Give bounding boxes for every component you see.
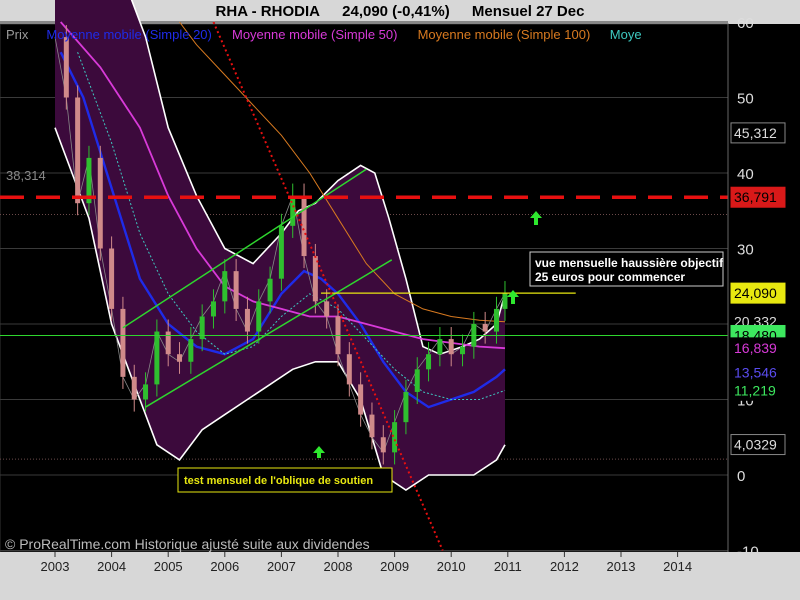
candle-body bbox=[324, 301, 330, 317]
y-tick-label: 30 bbox=[737, 242, 754, 259]
candle-body bbox=[188, 339, 194, 362]
candle-body bbox=[267, 278, 273, 302]
candle-body bbox=[346, 354, 352, 385]
candle-body bbox=[120, 308, 126, 377]
y-tick-label: 50 bbox=[737, 91, 754, 108]
legend-item: Prix bbox=[6, 27, 29, 42]
candle-body bbox=[426, 354, 432, 370]
x-tick-label: 2008 bbox=[324, 559, 353, 574]
x-tick-label: 2009 bbox=[380, 559, 409, 574]
left-level-label: 38,314 bbox=[6, 168, 46, 183]
x-tick-label: 2006 bbox=[210, 559, 239, 574]
value-badge-label: 36,791 bbox=[734, 189, 777, 205]
candle-body bbox=[75, 97, 81, 204]
candle-body bbox=[403, 391, 409, 423]
time-axis: 2003 2004 2005 2006 2007 2008 2009 2010 2011 2012… bbox=[0, 552, 800, 600]
candle-body bbox=[358, 384, 364, 415]
candle-body bbox=[278, 225, 284, 279]
x-tick-label: 2011 bbox=[494, 559, 522, 574]
candle-body bbox=[448, 339, 454, 355]
objective-line2: 25 euros pour commencer bbox=[535, 270, 685, 284]
legend-item: Moyenne mobile (Simple 20) bbox=[46, 27, 211, 42]
candle-body bbox=[63, 37, 69, 98]
support-text: test mensuel de l'oblique de soutien bbox=[184, 475, 373, 487]
support-annotation: test mensuel de l'oblique de soutien bbox=[177, 467, 393, 493]
candle-body bbox=[97, 157, 103, 249]
candle-body bbox=[131, 376, 137, 400]
candle-body bbox=[301, 195, 307, 257]
price-axis: 6050403020100-1045,31236,79124,09020,332… bbox=[727, 15, 786, 561]
y-tick-label: 0 bbox=[737, 468, 745, 485]
candle-body bbox=[493, 308, 499, 332]
candle-body bbox=[380, 437, 386, 453]
x-tick-label: 2013 bbox=[607, 559, 636, 574]
x-tick-label: 2005 bbox=[154, 559, 183, 574]
legend: Prix Moyenne mobile (Simple 20) Moyenne mo… bbox=[6, 27, 642, 42]
value-badge-label: 24,090 bbox=[734, 285, 777, 301]
candle-body bbox=[392, 422, 398, 453]
x-tick-label: 2007 bbox=[267, 559, 296, 574]
copyright-text: © ProRealTime.com Historique ajusté suit… bbox=[5, 536, 370, 552]
legend-item: Moyenne mobile (Simple 50) bbox=[232, 27, 397, 42]
price-chart: 6050403020100-1045,31236,79124,09020,332… bbox=[0, 0, 800, 600]
legend-item: Moyenne mobile (Simple 100) bbox=[418, 27, 591, 42]
candle-body bbox=[256, 301, 262, 332]
x-tick-label: 2014 bbox=[663, 559, 692, 574]
y-tick-label: 40 bbox=[737, 166, 754, 183]
candle-body bbox=[109, 248, 115, 309]
objective-line1: vue mensuelle haussière objectif bbox=[535, 256, 724, 270]
candle-body bbox=[482, 324, 488, 332]
candle-body bbox=[369, 414, 375, 438]
candle-body bbox=[502, 293, 508, 309]
y-tick-label: 60 bbox=[737, 15, 754, 32]
value-badge-label: 45,312 bbox=[734, 125, 777, 141]
candle-body bbox=[233, 271, 239, 309]
candle-body bbox=[210, 301, 216, 317]
x-tick-label: 2004 bbox=[97, 559, 126, 574]
candle-body bbox=[154, 331, 160, 385]
legend-item: Moye bbox=[610, 27, 642, 42]
candle-body bbox=[460, 346, 466, 355]
x-tick-label: 2010 bbox=[437, 559, 466, 574]
candle-body bbox=[143, 384, 149, 400]
value-badge-label: 16,839 bbox=[734, 340, 777, 356]
candle-body bbox=[414, 369, 420, 392]
value-badge-label: 13,546 bbox=[734, 365, 777, 381]
x-tick-label: 2012 bbox=[550, 559, 579, 574]
candle-body bbox=[437, 339, 443, 355]
candle-body bbox=[177, 354, 183, 362]
value-badge-label: 4,0329 bbox=[734, 437, 777, 453]
candle-body bbox=[165, 331, 171, 355]
objective-annotation: vue mensuelle haussière objectif 25 euro… bbox=[529, 251, 724, 287]
x-tick-label: 2003 bbox=[41, 559, 70, 574]
candle-body bbox=[222, 271, 228, 302]
candle-body bbox=[312, 256, 318, 302]
candle-body bbox=[244, 308, 250, 332]
value-badge-label: 11,219 bbox=[734, 382, 776, 398]
